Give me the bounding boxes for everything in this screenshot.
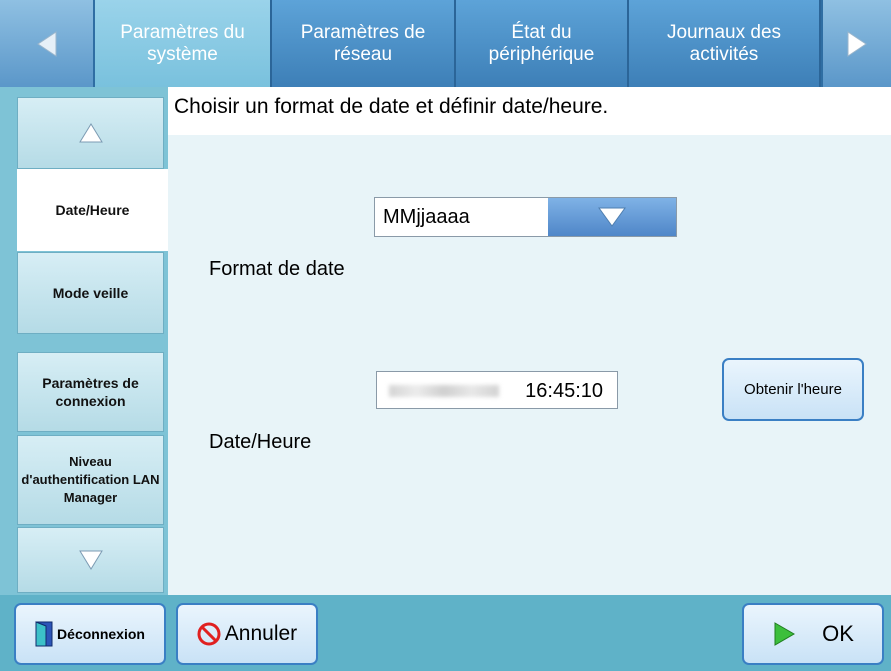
triangle-left-icon	[36, 30, 56, 57]
top-tab-bar: Paramètres du système Paramètres de rése…	[0, 0, 891, 87]
play-arrow-icon	[774, 622, 796, 646]
cancel-label: Annuler	[224, 622, 298, 645]
prohibited-icon	[197, 622, 221, 646]
tab-label: Paramètres de réseau	[300, 21, 426, 65]
triangle-right-icon	[847, 30, 867, 57]
ok-button[interactable]: OK	[742, 603, 884, 665]
triangle-down-icon	[78, 550, 103, 570]
datetime-label: Date/Heure	[209, 431, 312, 453]
sidebar-scroll-up-button[interactable]	[17, 97, 164, 169]
triangle-up-icon	[78, 123, 103, 143]
get-time-label: Obtenir l'heure	[744, 381, 842, 398]
date-format-label: Format de date	[209, 258, 345, 280]
sidebar-item-lan-manager-auth[interactable]: Niveau d'authentification LAN Manager	[17, 435, 164, 525]
instruction-text: Choisir un format de date et définir dat…	[174, 95, 609, 118]
tab-network-settings[interactable]: Paramètres de réseau	[272, 0, 456, 87]
logout-button[interactable]: Déconnexion	[14, 603, 166, 665]
date-value-redacted	[389, 385, 499, 397]
tab-label: Paramètres du système	[120, 21, 245, 65]
sidebar-item-date-time[interactable]: Date/Heure	[17, 169, 168, 251]
tab-label: Journaux des activités	[666, 21, 782, 65]
datetime-field[interactable]: 16:45:10	[376, 371, 618, 409]
tab-scroll-right-button[interactable]	[821, 0, 891, 87]
date-format-dropdown-button[interactable]	[548, 198, 676, 236]
logout-label: Déconnexion	[57, 626, 145, 642]
sidebar-item-label: Paramètres de connexion	[42, 375, 139, 409]
tab-system-settings[interactable]: Paramètres du système	[95, 0, 272, 87]
cancel-button[interactable]: Annuler	[176, 603, 318, 665]
bottom-bar: Déconnexion Annuler OK	[0, 595, 891, 671]
tab-activity-logs[interactable]: Journaux des activités	[629, 0, 821, 87]
date-format-select[interactable]: MMjjaaaa	[374, 197, 677, 237]
sidebar-item-login-settings[interactable]: Paramètres de connexion	[17, 352, 164, 432]
ok-label: OK	[822, 621, 854, 646]
sidebar-item-sleep-mode[interactable]: Mode veille	[17, 252, 164, 334]
get-time-button[interactable]: Obtenir l'heure	[722, 358, 864, 421]
date-format-value: MMjjaaaa	[383, 206, 470, 228]
sidebar-item-label: Date/Heure	[55, 202, 130, 218]
sidebar-scroll-down-button[interactable]	[17, 527, 164, 593]
sidebar-item-label: Mode veille	[52, 285, 129, 301]
tab-scroll-left-button[interactable]	[0, 0, 95, 87]
tab-device-status[interactable]: État du périphérique	[456, 0, 629, 87]
sidebar-item-label: Niveau d'authentification LAN Manager	[21, 454, 160, 505]
time-value: 16:45:10	[525, 380, 603, 402]
main-panel: Choisir un format de date et définir dat…	[168, 87, 891, 595]
tab-label: État du périphérique	[488, 21, 595, 65]
sidebar: Date/Heure Mode veille Paramètres de con…	[0, 87, 168, 595]
chevron-down-icon	[598, 207, 626, 227]
door-icon	[35, 621, 53, 647]
